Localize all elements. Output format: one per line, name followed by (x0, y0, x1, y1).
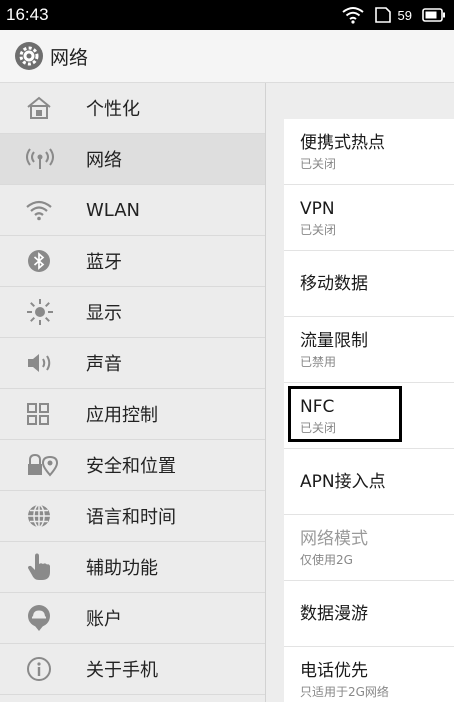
setting-call-priority[interactable]: 电话优先 只适用于2G网络 (284, 647, 454, 702)
menu-item-wlan[interactable]: WLAN (0, 185, 265, 236)
setting-subtitle: 已关闭 (300, 222, 337, 237)
hand-pointer-icon (0, 552, 86, 582)
setting-apn[interactable]: APN接入点 (284, 449, 454, 515)
setting-data-roaming[interactable]: 数据漫游 (284, 581, 454, 647)
setting-title: 移动数据 (300, 273, 368, 294)
lock-location-icon (0, 453, 86, 477)
menu-item-personalize[interactable]: 个性化 (0, 83, 265, 134)
status-bar: 16:43 59 (0, 0, 454, 30)
setting-nfc[interactable]: NFC 已关闭 (284, 383, 454, 449)
setting-data-limit[interactable]: 流量限制 已禁用 (284, 317, 454, 383)
menu-item-accessibility[interactable]: 辅助功能 (0, 542, 265, 593)
setting-subtitle: 只适用于2G网络 (300, 684, 389, 699)
antenna-icon (0, 147, 86, 171)
setting-vpn[interactable]: VPN 已关闭 (284, 185, 454, 251)
battery-icon (422, 8, 446, 22)
menu-item-label: 个性化 (86, 99, 140, 120)
no-sim-icon (374, 7, 392, 23)
menu-item-label: 账户 (86, 609, 122, 630)
menu-item-display[interactable]: 显示 (0, 287, 265, 338)
menu-item-label: 蓝牙 (86, 252, 122, 273)
menu-item-label: 安全和位置 (86, 456, 176, 477)
network-detail-panel: 便携式热点 已关闭 VPN 已关闭 移动数据 流量限制 已禁用 NFC 已关闭 … (266, 83, 454, 702)
setting-network-mode: 网络模式 仅使用2G (284, 515, 454, 581)
action-bar: 网络 (0, 30, 454, 83)
settings-screen: 16:43 59 网络 个性化 网络 WLAN 蓝牙 显示 声音 应用控制 安全… (0, 0, 454, 702)
setting-subtitle: 已禁用 (300, 354, 337, 369)
apps-grid-icon (0, 402, 86, 426)
wifi-signal-icon (341, 6, 364, 24)
setting-title: 数据漫游 (300, 603, 368, 624)
speaker-icon (0, 352, 86, 374)
status-time: 16:43 (6, 5, 49, 24)
setting-subtitle: 已关闭 (300, 420, 337, 435)
status-icons: 59 (341, 4, 446, 26)
menu-item-label: 关于手机 (86, 660, 158, 681)
menu-item-about-phone[interactable]: 关于手机 (0, 644, 265, 695)
brightness-icon (0, 298, 86, 326)
menu-item-label: 语言和时间 (86, 507, 176, 528)
menu-item-network[interactable]: 网络 (0, 134, 265, 185)
menu-item-language-time[interactable]: 语言和时间 (0, 491, 265, 542)
battery-level-text: 59 (397, 7, 412, 23)
setting-title: 便携式热点 (300, 132, 385, 153)
info-icon (0, 656, 86, 682)
menu-item-label: 辅助功能 (86, 558, 158, 579)
menu-item-label: 网络 (86, 150, 122, 171)
home-icon (0, 96, 86, 120)
setting-subtitle: 已关闭 (300, 156, 337, 171)
setting-portable-hotspot[interactable]: 便携式热点 已关闭 (284, 119, 454, 185)
account-icon (0, 604, 86, 632)
setting-mobile-data[interactable]: 移动数据 (284, 251, 454, 317)
network-settings-list: 便携式热点 已关闭 VPN 已关闭 移动数据 流量限制 已禁用 NFC 已关闭 … (284, 119, 454, 702)
menu-item-bluetooth[interactable]: 蓝牙 (0, 236, 265, 287)
menu-item-account[interactable]: 账户 (0, 593, 265, 644)
menu-item-label: 显示 (86, 303, 122, 324)
setting-title: 网络模式 (300, 528, 368, 549)
menu-item-label: WLAN (86, 199, 141, 221)
menu-item-label: 应用控制 (86, 405, 158, 426)
page-title: 网络 (50, 46, 89, 69)
setting-title: 电话优先 (300, 660, 368, 681)
settings-menu: 个性化 网络 WLAN 蓝牙 显示 声音 应用控制 安全和位置 语言和时间 辅助… (0, 83, 266, 702)
setting-title: 流量限制 (300, 330, 368, 351)
setting-subtitle: 仅使用2G (300, 552, 353, 567)
setting-title: APN接入点 (300, 471, 386, 492)
menu-item-security-location[interactable]: 安全和位置 (0, 440, 265, 491)
menu-item-sound[interactable]: 声音 (0, 338, 265, 389)
menu-item-label: 声音 (86, 354, 122, 375)
menu-item-app-control[interactable]: 应用控制 (0, 389, 265, 440)
setting-title: NFC (300, 396, 335, 417)
setting-title: VPN (300, 198, 335, 219)
settings-gear-icon[interactable] (14, 41, 44, 71)
wifi-icon (0, 199, 86, 221)
globe-icon (0, 503, 86, 529)
bluetooth-icon (0, 248, 86, 274)
